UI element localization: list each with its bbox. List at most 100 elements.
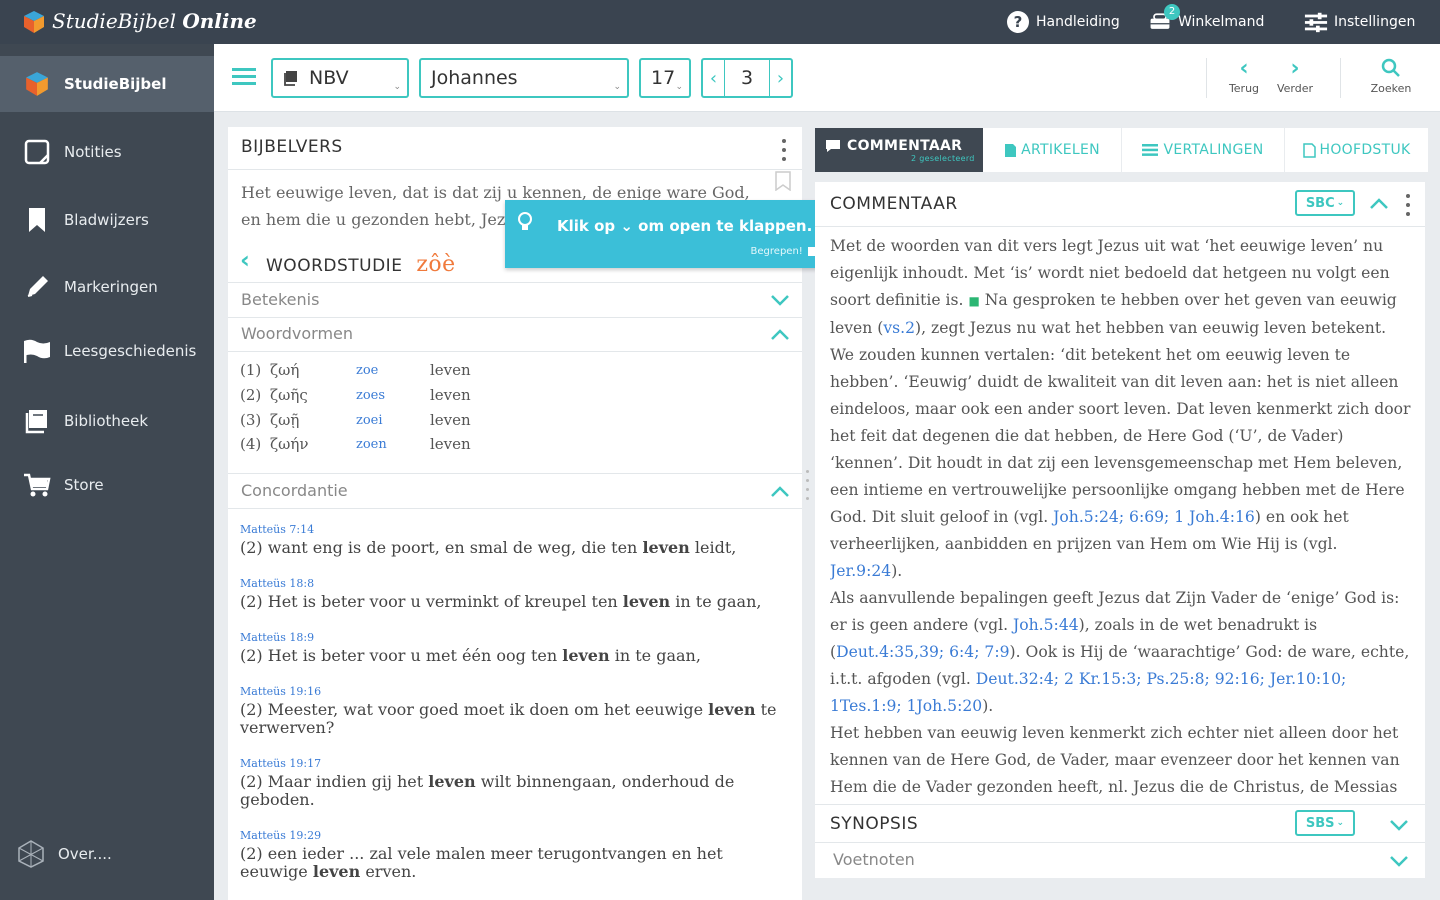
commentary-text-segment: ). — [891, 562, 903, 580]
cart-count-badge: 2 — [1164, 4, 1180, 20]
tab-translations[interactable]: VERTALINGEN — [1122, 128, 1284, 172]
synopsis-source-select[interactable]: SBS ⌄ — [1295, 810, 1355, 836]
chevron-down-icon: ⌄ — [1336, 198, 1345, 208]
divider — [815, 226, 1425, 227]
cart-button[interactable]: 2 Winkelmand — [1148, 4, 1264, 34]
synopsis-header: SYNOPSIS — [830, 814, 919, 834]
settings-sliders-icon — [1304, 10, 1328, 34]
studiebijbel-logo-icon — [24, 11, 44, 33]
book-icon — [22, 406, 52, 436]
sidebar-item-studiebijbel[interactable]: StudieBijbel — [0, 56, 214, 112]
concordance-reference-link[interactable]: Matteüs 19:29 — [240, 829, 321, 842]
concordance-text: (2) Het is beter voor u met één oog ten … — [240, 646, 701, 665]
manual-button[interactable]: ? Handleiding — [1006, 10, 1120, 34]
tab-articles[interactable]: ARTIKELEN — [983, 128, 1121, 172]
chevron-down-icon — [1389, 853, 1409, 872]
cart-icon — [22, 470, 52, 500]
note-marker-icon[interactable]: ■ — [968, 294, 979, 308]
comment-icon — [825, 139, 841, 153]
chapter-select[interactable]: 17 ⌄ — [639, 58, 691, 98]
divider — [815, 804, 1425, 805]
tab-commentary[interactable]: COMMENTAAR 2 geselecteerd — [815, 128, 983, 172]
concordance-reference-link[interactable]: Matteüs 7:14 — [240, 523, 314, 536]
sidebar-item-about[interactable]: Over.... — [0, 834, 214, 874]
more-options-icon[interactable] — [780, 139, 788, 161]
note-icon — [22, 137, 52, 167]
bible-reference-link[interactable]: Joh.5:24; 6:69; 1 Joh.4:16 — [1053, 508, 1255, 526]
bible-reference-link[interactable]: vs.2 — [883, 319, 915, 337]
settings-button[interactable]: Instellingen — [1304, 10, 1415, 34]
concordance-reference-link[interactable]: Matteüs 18:9 — [240, 631, 314, 644]
sidebar-item-bibliotheek[interactable]: Bibliotheek — [0, 401, 214, 441]
divider — [228, 508, 802, 509]
wordstudy-greek-word: zôè — [416, 252, 456, 277]
collapse-chevron-up-icon[interactable] — [1369, 196, 1389, 215]
app-title: StudieBijbel Online — [52, 9, 257, 33]
search-button[interactable]: Zoeken — [1366, 58, 1416, 95]
commentary-text-segment: ). — [982, 697, 994, 715]
commentary-text-segment: ), zegt Jezus nu wat het hebben van eeuw… — [830, 319, 1411, 526]
tooltip-text: Klik op ⌄ om open te klappen. — [557, 217, 813, 235]
sidebar-item-notities[interactable]: Notities — [0, 132, 214, 172]
list-icon — [1142, 144, 1159, 156]
studiebijbel-cube-icon — [22, 69, 52, 99]
hint-tooltip: Klik op ⌄ om open te klappen. Begrepen! — [505, 200, 825, 268]
bible-book-icon — [283, 70, 299, 86]
bible-verse-header: BIJBELVERS — [241, 137, 343, 157]
expand-chevron-down-icon[interactable] — [1389, 817, 1409, 836]
verse-bookmark-icon[interactable] — [774, 171, 792, 195]
commentary-source-select[interactable]: SBC ⌄ — [1295, 190, 1355, 216]
commentary-text-segment: Het hebben van eeuwig leven kenmerkt zic… — [830, 724, 1400, 796]
next-verse-button[interactable]: › — [769, 60, 791, 96]
about-cube-icon — [16, 839, 46, 869]
chevron-down-icon: ⌄ — [393, 82, 401, 92]
concordance-section-toggle[interactable]: Concordantie — [228, 474, 802, 508]
commentary-text: Met de woorden van dit vers legt Jezus u… — [830, 233, 1412, 799]
concordance-reference-link[interactable]: Matteüs 19:17 — [240, 757, 321, 770]
previous-verse-button[interactable]: ‹ — [703, 60, 725, 96]
tooltip-understood-button[interactable]: Begrepen! — [751, 246, 817, 257]
concordance-reference-link[interactable]: Matteüs 19:16 — [240, 685, 321, 698]
flag-icon — [22, 336, 52, 366]
book-select[interactable]: Johannes ⌄ — [419, 58, 629, 98]
chevron-left-icon: ‹ — [1239, 56, 1249, 81]
verse-stepper[interactable]: ‹ 3 › — [701, 58, 793, 98]
top-bar: StudieBijbel Online ? Handleiding 2 Wink… — [0, 0, 1440, 44]
sidebar-item-bladwijzers[interactable]: Bladwijzers — [0, 200, 214, 240]
footnotes-toggle[interactable]: Voetnoten — [815, 843, 1425, 878]
chevron-down-icon: ⌄ — [675, 82, 683, 92]
concordance-text: (2) Meester, wat voor goed moet ik doen … — [240, 700, 777, 737]
chevron-up-icon — [770, 327, 790, 346]
forward-button[interactable]: › Verder — [1274, 58, 1316, 96]
chevron-down-icon: ⌄ — [613, 82, 621, 92]
page-icon — [1302, 142, 1316, 158]
commentary-selected-count: 2 geselecteerd — [911, 153, 975, 163]
svg-text:?: ? — [1014, 13, 1023, 31]
commentary-header: COMMENTAAR — [830, 194, 958, 214]
bookmark-icon — [22, 205, 52, 235]
forms-section-toggle[interactable]: Woordvormen — [228, 318, 802, 352]
wordstudy-back-button[interactable]: ‹ — [240, 248, 250, 272]
sidebar-item-markeringen[interactable]: Markeringen — [0, 267, 214, 307]
chevron-down-icon — [770, 292, 790, 311]
translation-select[interactable]: NBV ⌄ — [271, 58, 409, 98]
bible-reference-link[interactable]: Joh.5:44 — [1013, 616, 1079, 634]
chevron-up-icon — [770, 484, 790, 503]
sidebar-item-leesgeschiedenis[interactable]: Leesgeschiedenis — [0, 331, 214, 371]
search-icon — [1366, 58, 1416, 80]
bible-reference-link[interactable]: Deut.4:35,39; 6:4; 7:9 — [836, 643, 1009, 661]
help-icon: ? — [1006, 10, 1030, 34]
bible-reference-link[interactable]: Jer.9:24 — [830, 562, 891, 580]
sidebar-item-store[interactable]: Store — [0, 465, 214, 505]
lightbulb-icon — [517, 212, 533, 238]
toolbar-divider — [1340, 58, 1341, 98]
back-button[interactable]: ‹ Terug — [1224, 56, 1264, 96]
more-options-icon[interactable] — [1404, 194, 1412, 216]
toolbar-divider — [1206, 58, 1207, 98]
meaning-section-toggle[interactable]: Betekenis — [228, 283, 802, 317]
divider — [228, 351, 802, 352]
panel-resize-handle[interactable] — [806, 470, 810, 500]
concordance-reference-link[interactable]: Matteüs 18:8 — [240, 577, 314, 590]
hamburger-menu-icon[interactable] — [232, 66, 258, 92]
tab-chapter[interactable]: HOOFDSTUK — [1285, 128, 1428, 172]
